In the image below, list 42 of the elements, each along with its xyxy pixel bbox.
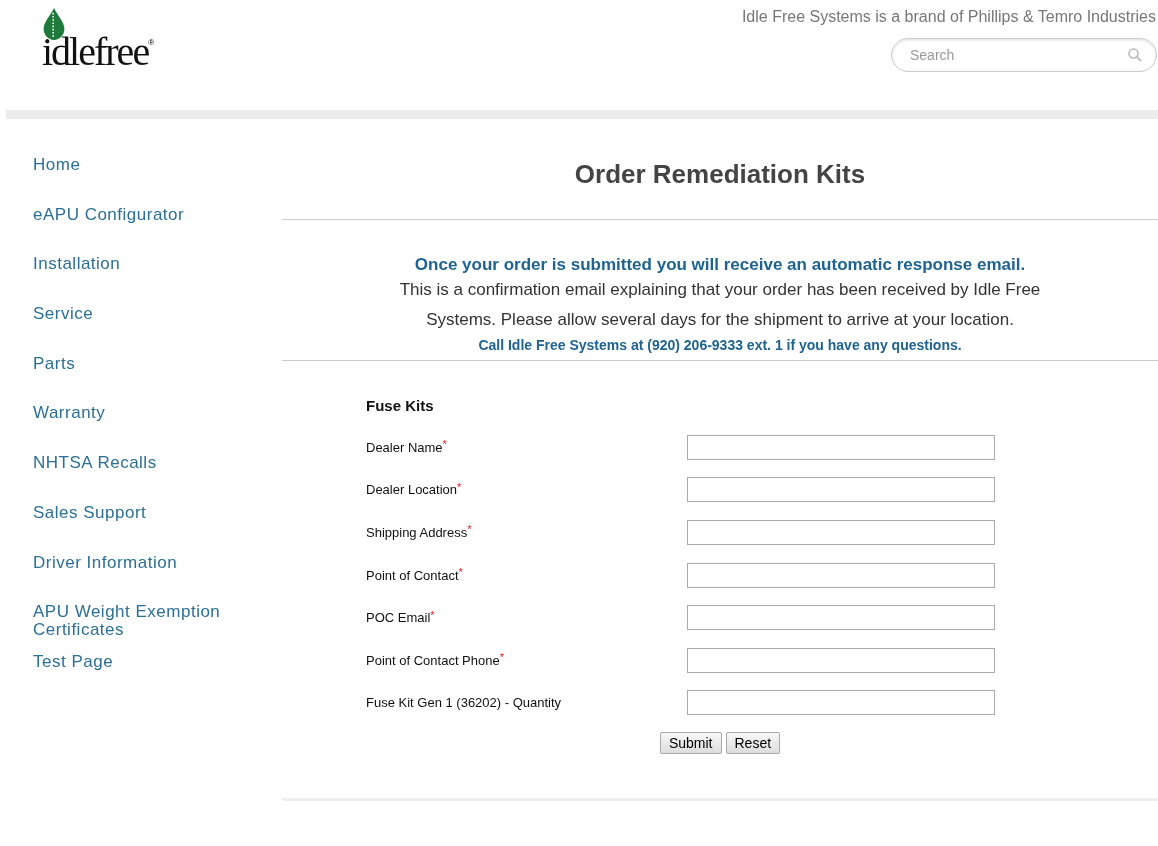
- required-mark: *: [467, 523, 472, 536]
- input-field[interactable]: [687, 520, 995, 545]
- form-title: Fuse Kits: [366, 397, 435, 414]
- nav-link[interactable]: Parts: [33, 354, 282, 405]
- form-button[interactable]: Submit: [659, 732, 722, 755]
- input-field[interactable]: [687, 605, 995, 631]
- search-icon[interactable]: [1127, 47, 1143, 63]
- search-field[interactable]: Search: [891, 38, 1157, 72]
- nav-link[interactable]: Driver Information: [33, 553, 282, 604]
- nav-link[interactable]: Warranty: [33, 404, 282, 455]
- nav-link[interactable]: Service: [33, 305, 282, 355]
- field-label: Fuse Kit Gen 1 (36202) - Quantity: [366, 695, 562, 711]
- field-label: Shipping Address: [366, 525, 468, 540]
- nav-link[interactable]: Test Page: [33, 652, 282, 703]
- nav-link[interactable]: NHTSA Recalls: [33, 454, 282, 504]
- input-field[interactable]: [687, 647, 995, 673]
- required-mark: *: [457, 480, 462, 493]
- required-mark: *: [430, 608, 435, 621]
- input-field[interactable]: [687, 690, 995, 716]
- notice-headline: Once your order is submitted you will receive an automatic response email.: [413, 255, 1027, 275]
- nav-link[interactable]: Sales Support: [33, 503, 282, 554]
- field-label: Point of Contact Phone: [366, 652, 500, 668]
- field-label: Point of Contact: [366, 567, 459, 583]
- nav-link[interactable]: APU Weight Exemption Certificates: [33, 603, 282, 653]
- tagline: Idle Free Systems is a brand of Phillips & Temro Industries: [741, 8, 1156, 26]
- input-field[interactable]: [687, 434, 995, 460]
- logo[interactable]: idlefree$^{®}$: [42, 6, 155, 72]
- field-label: Dealer Location: [366, 482, 458, 498]
- form-button[interactable]: Reset: [725, 732, 781, 755]
- required-mark: *: [442, 438, 447, 451]
- page-title: Order Remediation Kits: [573, 159, 867, 191]
- nav-link[interactable]: Installation: [33, 255, 282, 306]
- field-label: POC Email: [366, 610, 431, 626]
- required-mark: *: [499, 651, 504, 664]
- input-field[interactable]: [687, 477, 995, 503]
- input-field[interactable]: [687, 562, 995, 588]
- nav-link[interactable]: eAPU Configurator: [33, 205, 282, 256]
- field-label: Dealer Name: [366, 439, 443, 455]
- notice-text: This is a confirmation email explaining that your order has been received by Idle Free Systems. Please allow several days for the shipment to arrive at your location.: [398, 279, 1042, 331]
- required-mark: *: [458, 566, 463, 579]
- nav-link[interactable]: Home: [33, 156, 282, 206]
- contact-note: Call Idle Free Systems at (920) 206-9333 ext. 1 if you have any questions.: [477, 337, 963, 353]
